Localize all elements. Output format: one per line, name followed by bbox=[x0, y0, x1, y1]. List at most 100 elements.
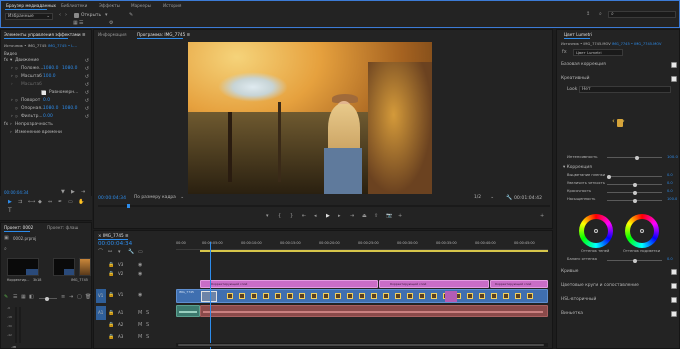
hand-icon[interactable]: ✋ bbox=[78, 200, 84, 205]
color-wheels-checkbox[interactable] bbox=[671, 283, 677, 289]
anchor-y[interactable]: 1080.0 bbox=[62, 106, 77, 111]
effect-timecode[interactable]: 00:00:04:34 bbox=[4, 191, 28, 195]
section-basic[interactable]: Базовая коррекция bbox=[561, 62, 677, 70]
highlight-tint-wheel[interactable] bbox=[625, 214, 659, 248]
chevron-left-icon[interactable]: ‹ bbox=[612, 118, 615, 125]
lock-icon[interactable]: 🔒 bbox=[108, 335, 114, 340]
audio-clip[interactable] bbox=[176, 305, 200, 317]
intensity-value[interactable]: 100.0 bbox=[667, 155, 678, 159]
add-button-icon[interactable]: + bbox=[540, 214, 544, 219]
playhead[interactable] bbox=[127, 204, 130, 208]
search-input[interactable]: ⌕ bbox=[608, 11, 676, 18]
search-icon[interactable]: ⌕ bbox=[4, 247, 7, 252]
lumetri-source-row[interactable]: Источник • IMG_7745.MOV IMG_7745 • IMG_7… bbox=[561, 42, 662, 47]
shadow-tint-wheel[interactable] bbox=[579, 214, 613, 248]
out-point-icon[interactable]: } bbox=[290, 214, 293, 219]
program-scrubber[interactable] bbox=[98, 204, 550, 208]
tab-media-browser[interactable]: Браузер медиаданных bbox=[6, 3, 56, 8]
go-in-icon[interactable]: ⇤ bbox=[302, 214, 306, 219]
faded-slider[interactable] bbox=[607, 174, 662, 179]
timeline-playhead[interactable] bbox=[210, 242, 211, 349]
reset-icon[interactable]: ↺ bbox=[85, 99, 89, 104]
section-curves[interactable]: Кривые bbox=[561, 269, 677, 277]
grid-icon[interactable]: ▦ bbox=[21, 295, 26, 300]
section-color-wheels[interactable]: Цветовые круги и сопоставление bbox=[561, 283, 677, 291]
video-preview[interactable] bbox=[188, 42, 432, 194]
saturation-slider[interactable] bbox=[607, 198, 662, 203]
adjustment-clip[interactable]: Корректирующий слой bbox=[379, 280, 489, 288]
lock-icon[interactable]: 🔒 bbox=[108, 323, 114, 328]
close-icon[interactable]: × bbox=[98, 233, 102, 238]
tab-project[interactable]: Проект: 0002 bbox=[4, 225, 33, 230]
tab-effect-controls[interactable]: Элементы управления эффектами ≡ bbox=[4, 32, 86, 37]
mute-icon[interactable]: M bbox=[138, 335, 142, 340]
slip-icon[interactable]: ⇔ bbox=[48, 200, 52, 205]
vibrance-slider[interactable] bbox=[607, 190, 662, 195]
solo-icon[interactable]: S bbox=[146, 323, 149, 328]
project-item-3[interactable] bbox=[79, 258, 91, 276]
mute-icon[interactable]: M bbox=[138, 311, 142, 316]
tab-history[interactable]: История bbox=[163, 3, 181, 8]
pencil-icon[interactable]: ✎ bbox=[4, 295, 8, 300]
fx-icon[interactable]: fx bbox=[562, 50, 567, 55]
look-preview[interactable]: ‹ › bbox=[612, 116, 626, 130]
caption-icon[interactable]: ▭ bbox=[138, 250, 143, 255]
timeline-ruler[interactable]: 00:00 00:00:05:00 00:00:10:00 00:00:15:0… bbox=[176, 241, 548, 254]
look-dropdown[interactable]: Нет bbox=[579, 86, 671, 93]
intensity-slider[interactable] bbox=[607, 155, 662, 160]
anchor-x[interactable]: 1080.0 bbox=[43, 106, 58, 111]
target-label[interactable]: IMG_7745 • L... bbox=[48, 43, 77, 48]
tab-project-2[interactable]: Проект: флаш bbox=[47, 225, 78, 230]
snap-icon[interactable]: ⌒ bbox=[98, 250, 103, 255]
reset-icon[interactable]: ↺ bbox=[85, 107, 89, 112]
mute-icon[interactable]: M bbox=[138, 323, 142, 328]
tab-info[interactable]: Информация bbox=[98, 32, 127, 37]
eye-icon[interactable]: ◉ bbox=[138, 293, 142, 298]
lift-icon[interactable]: ⏏ bbox=[362, 214, 367, 219]
section-vignette[interactable]: Виньетка bbox=[561, 311, 677, 319]
curves-checkbox[interactable] bbox=[671, 269, 677, 275]
reset-icon[interactable]: ↺ bbox=[85, 67, 89, 72]
timeline-tracks[interactable]: Корректирующий слой Корректирующий слой … bbox=[176, 242, 548, 349]
play-icon[interactable]: ▶ bbox=[326, 214, 330, 219]
step-forward-icon[interactable]: ▸ bbox=[338, 214, 341, 219]
settings-icon[interactable]: 🔧 bbox=[506, 196, 512, 201]
extract-icon[interactable]: ⇪ bbox=[374, 214, 378, 219]
tab-effects[interactable]: Эффекты bbox=[99, 3, 120, 8]
trash-icon[interactable]: 🗑 bbox=[85, 295, 91, 300]
basic-checkbox[interactable] bbox=[671, 62, 677, 68]
timeline-timecode[interactable]: 00:00:04:34 bbox=[98, 241, 132, 248]
vignette-checkbox[interactable] bbox=[671, 311, 677, 317]
selection-tool-icon[interactable]: ▶ bbox=[8, 200, 12, 205]
go-out-icon[interactable]: ⇥ bbox=[350, 214, 354, 219]
type-tool-icon[interactable]: T bbox=[8, 208, 12, 214]
adjustment-clip[interactable]: Корректирующий слой bbox=[200, 280, 378, 288]
add-icon[interactable]: + bbox=[398, 214, 402, 219]
lock-icon[interactable]: 🔒 bbox=[108, 311, 114, 316]
ripple-icon[interactable]: ⟷ bbox=[28, 200, 35, 205]
track-select-icon[interactable]: ⇉ bbox=[18, 200, 22, 205]
marker-icon[interactable]: ▾ bbox=[266, 214, 269, 219]
lock-icon[interactable]: 🔒 bbox=[108, 293, 114, 298]
settings-icon[interactable]: ⚙ bbox=[109, 21, 113, 26]
target-label[interactable]: IMG_7745 • IMG_7745.MOV bbox=[612, 42, 662, 46]
scale-value[interactable]: 100.0 bbox=[43, 74, 56, 79]
zoom-slider[interactable] bbox=[39, 296, 57, 301]
hsl-checkbox[interactable] bbox=[671, 297, 677, 303]
solo-icon[interactable]: S bbox=[146, 335, 149, 340]
correction-header[interactable]: ▾ Коррекция bbox=[563, 165, 592, 170]
tab-timeline[interactable]: × IMG_7745 ≡ bbox=[98, 233, 129, 238]
lock-icon[interactable]: 🔒 bbox=[108, 272, 114, 277]
tab-lumetri[interactable]: Цвет Lumetri bbox=[564, 32, 592, 37]
program-timecode[interactable]: 00:00:04:34 bbox=[98, 196, 126, 202]
tab-markers[interactable]: Маркеры bbox=[131, 3, 151, 8]
wrench-icon[interactable]: ✎ bbox=[129, 13, 133, 18]
solo-icon[interactable]: S bbox=[146, 311, 149, 316]
tab-libraries[interactable]: Библиотеки bbox=[61, 3, 87, 8]
sort-icon[interactable]: ≡ bbox=[61, 295, 65, 300]
project-item-1[interactable] bbox=[7, 258, 39, 276]
search-small-icon[interactable]: ⌕ bbox=[599, 12, 602, 17]
creative-checkbox[interactable] bbox=[671, 76, 677, 82]
rect-icon[interactable]: ▭ bbox=[68, 200, 73, 205]
balance-value[interactable]: 0.0 bbox=[667, 257, 673, 262]
